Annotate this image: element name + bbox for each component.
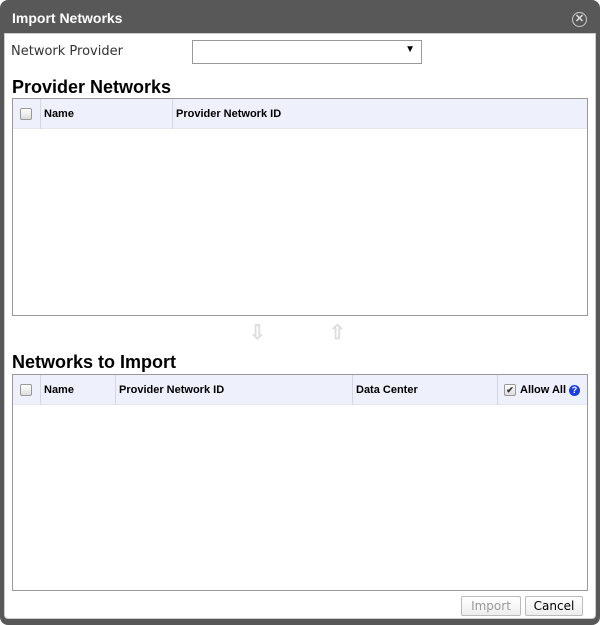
select-all-cell [13,375,41,405]
cancel-button[interactable]: Cancel [525,596,583,616]
chevron-down-icon: ▼ [405,44,415,55]
select-all-cell [13,99,41,129]
help-icon[interactable]: ? [569,384,581,396]
dialog-title: Import Networks [12,10,123,26]
move-down-arrow-icon[interactable]: ⇩ [249,320,266,345]
dialog-body: Network Provider ▼ Provider Networks Nam… [4,33,596,619]
networks-to-import-title: Networks to Import [12,352,177,372]
dialog-title-bar: Import Networks ✕ [4,4,596,33]
provider-networks-table: Name Provider Network ID [12,98,588,316]
column-data-center[interactable]: Data Center [353,375,498,405]
import-button[interactable]: Import [461,596,521,616]
networks-to-import-table: Name Provider Network ID Data Center ✔ A… [12,374,588,591]
select-all-checkbox[interactable] [20,384,32,396]
move-up-arrow-icon[interactable]: ⇧ [329,320,346,345]
column-provider-network-id[interactable]: Provider Network ID [173,99,587,129]
column-name[interactable]: Name [41,375,116,405]
network-provider-select[interactable]: ▼ [192,40,422,64]
import-networks-dialog: Import Networks ✕ Network Provider ▼ Pro… [0,0,600,625]
provider-networks-title: Provider Networks [12,77,172,97]
allow-all-checkbox[interactable]: ✔ [504,384,516,396]
table-header: Name Provider Network ID Data Center ✔ A… [13,375,587,405]
column-allow-all: ✔ Allow All ? [498,375,587,405]
column-name[interactable]: Name [41,99,173,129]
close-icon[interactable]: ✕ [572,12,587,27]
column-provider-network-id[interactable]: Provider Network ID [116,375,353,405]
select-all-checkbox[interactable] [20,108,32,120]
allow-all-label: Allow All [520,384,567,396]
network-provider-label: Network Provider [11,44,123,59]
table-header: Name Provider Network ID [13,99,587,129]
